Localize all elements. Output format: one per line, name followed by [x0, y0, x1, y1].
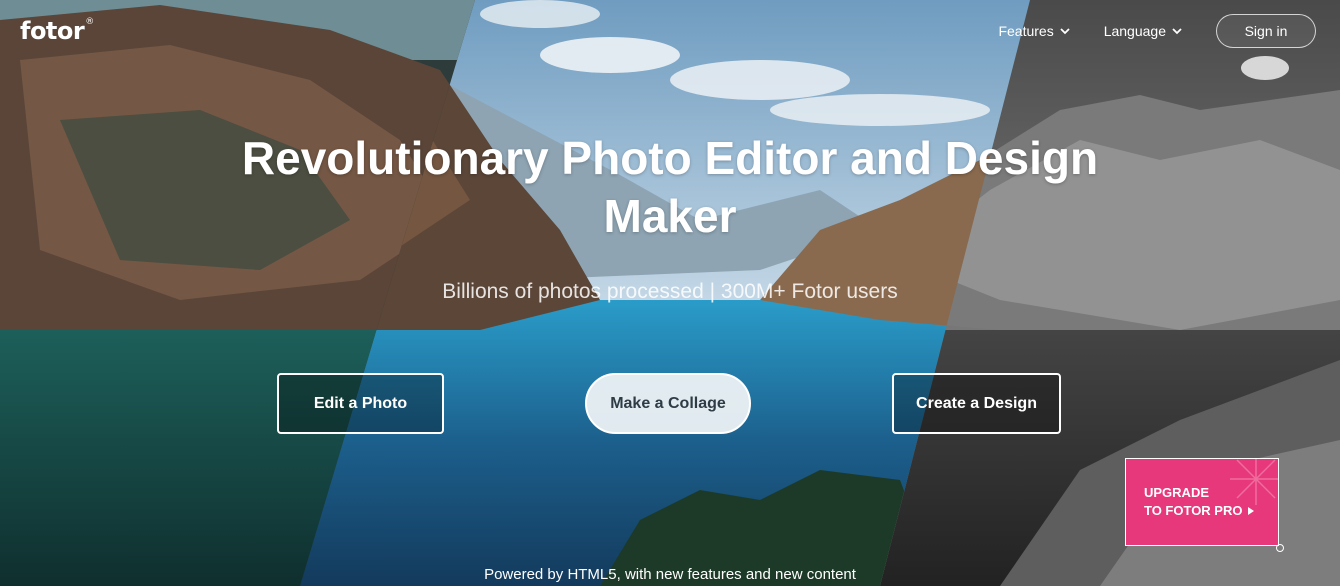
- features-label: Features: [998, 23, 1054, 39]
- upgrade-line1: UPGRADE: [1144, 485, 1210, 500]
- upgrade-text: UPGRADE TO FOTOR PRO: [1144, 484, 1255, 520]
- top-nav: Features Language Sign in: [998, 14, 1316, 48]
- chevron-down-icon: [1172, 28, 1182, 35]
- make-collage-button[interactable]: Make a Collage: [585, 373, 751, 434]
- upgrade-line2-row: TO FOTOR PRO: [1144, 502, 1255, 520]
- fotor-logo[interactable]: fotor®: [20, 17, 94, 45]
- powered-by-text: Powered by HTML5, with new features and …: [484, 566, 856, 583]
- page-title: Revolutionary Photo Editor and Design Ma…: [241, 132, 1099, 242]
- features-menu[interactable]: Features: [998, 23, 1070, 39]
- logo-text: fotor: [20, 17, 85, 45]
- play-arrow-icon: [1248, 507, 1255, 515]
- fotor-home-page: fotor® Features Language Sign in Revolut…: [0, 0, 1340, 586]
- registered-mark: ®: [85, 17, 94, 27]
- edit-photo-button[interactable]: Edit a Photo: [277, 373, 444, 434]
- sign-in-button[interactable]: Sign in: [1216, 14, 1316, 48]
- language-menu[interactable]: Language: [1104, 23, 1182, 39]
- chevron-down-icon: [1060, 28, 1070, 35]
- upgrade-line2: TO FOTOR PRO: [1144, 503, 1243, 518]
- language-label: Language: [1103, 23, 1166, 39]
- banner-corner-dot: [1276, 544, 1284, 552]
- create-design-button[interactable]: Create a Design: [892, 373, 1061, 434]
- hero-subtitle: Billions of photos processed | 300M+ Fot…: [442, 280, 898, 303]
- upgrade-pro-banner[interactable]: UPGRADE TO FOTOR PRO: [1125, 458, 1279, 546]
